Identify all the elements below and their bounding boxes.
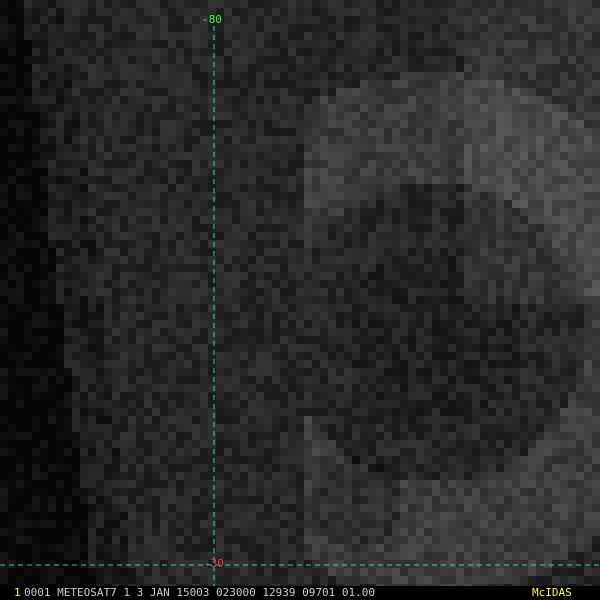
satellite-image-viewport: -80 -30 1 0001 METEOSAT7 1 3 JAN 15003 0… bbox=[0, 0, 600, 600]
frame-number: 1 bbox=[14, 586, 21, 599]
status-bar: 1 0001 METEOSAT7 1 3 JAN 15003 023000 12… bbox=[0, 586, 600, 600]
meridian-label: -80 bbox=[202, 13, 222, 26]
mcidas-brand: McIDAS bbox=[532, 586, 572, 599]
parallel-label: -30 bbox=[204, 557, 224, 570]
image-info-text: 0001 METEOSAT7 1 3 JAN 15003 023000 1293… bbox=[24, 586, 375, 599]
lat-lon-grid-overlay bbox=[0, 26, 600, 586]
